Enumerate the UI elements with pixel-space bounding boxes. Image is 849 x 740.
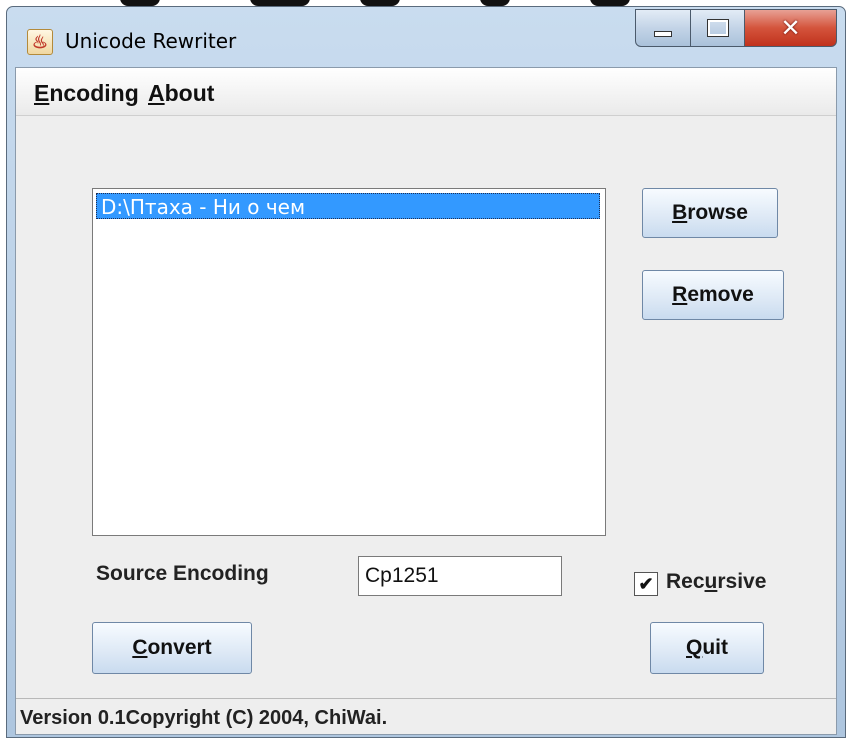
menu-encoding[interactable]: Encoding — [34, 80, 139, 107]
recursive-label-b: rsive — [717, 570, 767, 593]
menu-about-mnemonic: A — [148, 80, 165, 106]
source-encoding-label: Source Encoding — [96, 562, 269, 585]
menu-encoding-rest: ncoding — [49, 80, 139, 106]
browse-rest: rowse — [687, 201, 748, 224]
maximize-button[interactable] — [691, 9, 745, 47]
recursive-mnemonic: u — [704, 570, 718, 593]
browse-mnemonic: B — [672, 201, 688, 224]
list-item-selected[interactable]: D:\Птаха - Ни о чем — [96, 193, 600, 219]
menu-about-rest: bout — [164, 80, 215, 106]
remove-button[interactable]: Remove — [642, 270, 784, 320]
convert-rest: onvert — [147, 636, 212, 659]
minimize-icon — [654, 31, 672, 37]
file-list[interactable]: D:\Птаха - Ни о чем — [92, 188, 606, 536]
menu-bar: Encoding About — [16, 68, 836, 116]
quit-mnemonic: Q — [686, 636, 703, 659]
app-window: ♨ Unicode Rewriter ✕ Encoding About D:\П… — [6, 6, 846, 738]
maximize-icon — [706, 19, 729, 37]
status-text: Version 0.1Copyright (C) 2004, ChiWai. — [20, 707, 388, 729]
remove-rest: emove — [687, 283, 754, 306]
recursive-checkbox[interactable]: ✔ — [634, 572, 658, 596]
quit-rest: uit — [702, 636, 728, 659]
quit-button[interactable]: Quit — [650, 622, 764, 674]
source-encoding-field[interactable] — [358, 556, 562, 596]
status-bar: Version 0.1Copyright (C) 2004, ChiWai. — [16, 698, 836, 734]
close-icon: ✕ — [780, 14, 801, 42]
java-cup-icon[interactable]: ♨ — [27, 29, 53, 55]
list-item-label: D:\Птаха - Ни о чем — [101, 195, 306, 219]
convert-button[interactable]: Convert — [92, 622, 252, 674]
minimize-button[interactable] — [635, 9, 691, 47]
menu-about[interactable]: About — [148, 80, 214, 107]
window-title: Unicode Rewriter — [65, 29, 237, 53]
title-bar[interactable]: ♨ Unicode Rewriter ✕ — [7, 7, 845, 67]
remove-mnemonic: R — [672, 283, 688, 306]
menu-encoding-mnemonic: E — [34, 80, 50, 106]
client-area: Encoding About D:\Птаха - Ни о чем Brows… — [15, 67, 837, 735]
recursive-label[interactable]: Recursive — [666, 570, 766, 594]
recursive-label-a: Rec — [666, 570, 705, 593]
close-button[interactable]: ✕ — [745, 9, 837, 47]
caption-buttons: ✕ — [635, 9, 837, 51]
convert-mnemonic: C — [132, 636, 148, 659]
browse-button[interactable]: Browse — [642, 188, 778, 238]
